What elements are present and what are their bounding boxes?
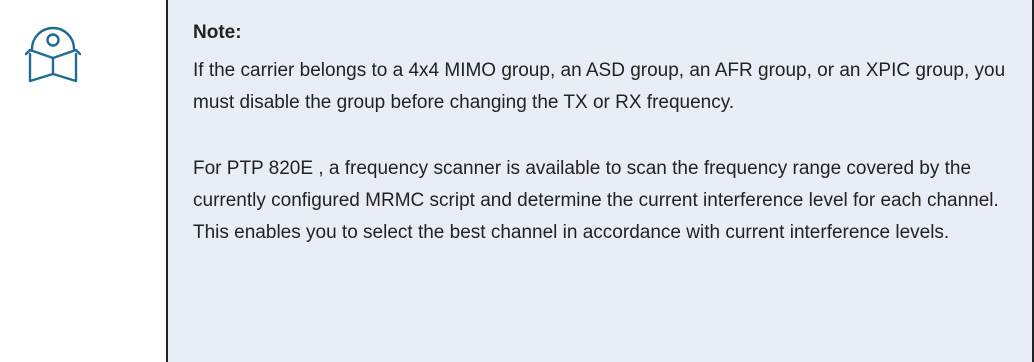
book-with-disc-icon (24, 26, 82, 83)
note-paragraph-2: For PTP 820E , a frequency scanner is av… (193, 158, 999, 243)
note-content: Note: If the carrier belongs to a 4x4 MI… (166, 0, 1034, 362)
note-icon-cell (0, 0, 166, 362)
note-callout: Note: If the carrier belongs to a 4x4 MI… (0, 0, 1034, 362)
note-paragraph-1: If the carrier belongs to a 4x4 MIMO gro… (193, 60, 1006, 113)
note-title: Note: (193, 22, 242, 43)
